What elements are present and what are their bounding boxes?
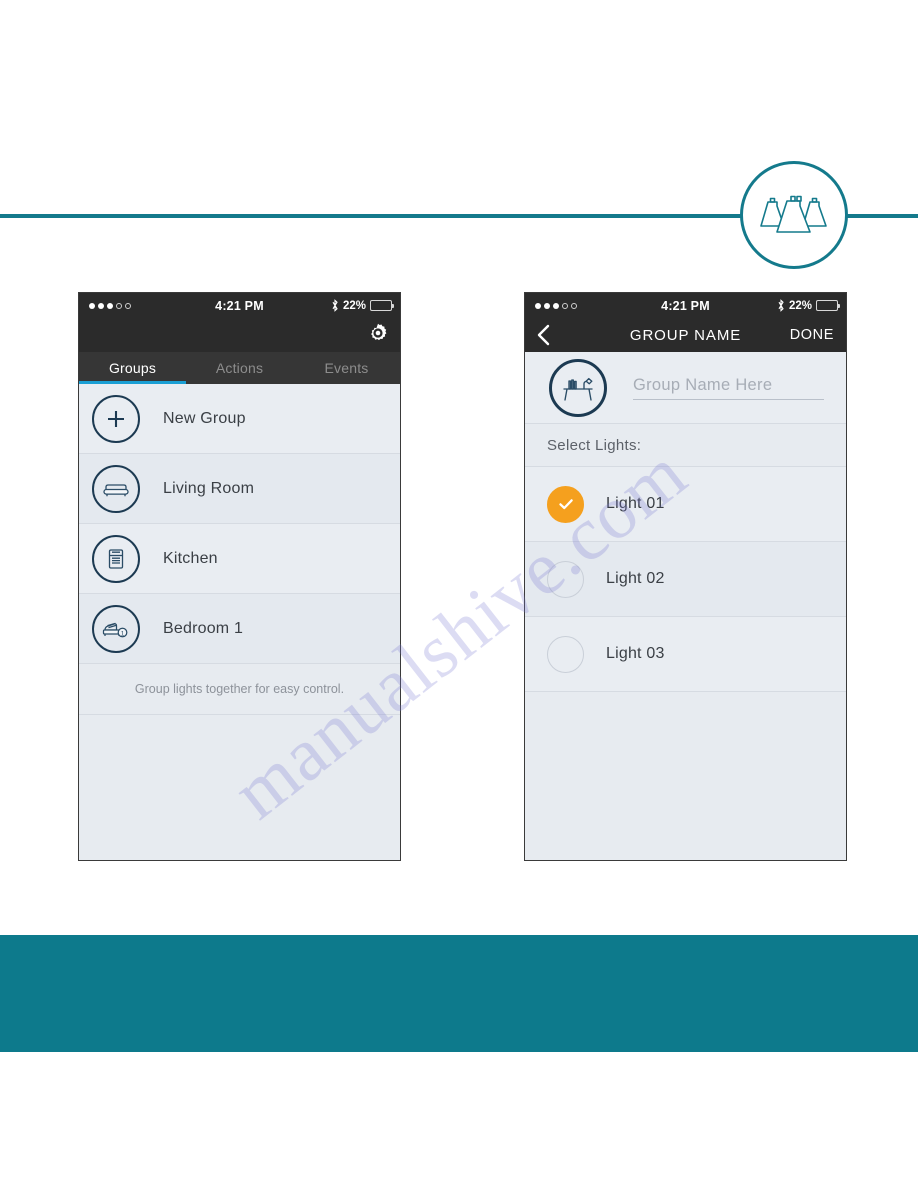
status-bar: 4:21 PM 22%	[79, 293, 400, 318]
list-item-bedroom-1[interactable]: 1 Bedroom 1	[79, 594, 400, 664]
tab-bar: Groups Actions Events	[79, 352, 400, 384]
group-name-input[interactable]: Group Name Here	[633, 376, 824, 400]
list-item-new-group[interactable]: New Group	[79, 384, 400, 454]
tab-actions[interactable]: Actions	[186, 352, 293, 384]
bluetooth-icon	[331, 299, 339, 312]
svg-text:1: 1	[121, 630, 125, 637]
list-item-living-room[interactable]: Living Room	[79, 454, 400, 524]
list-item-kitchen[interactable]: Kitchen	[79, 524, 400, 594]
status-bar-right: 22%	[331, 299, 394, 312]
phone-screenshot-groups-list: 4:21 PM 22% Groups Actions Events New Gr…	[78, 292, 401, 861]
list-item-label: Light 01	[606, 495, 665, 512]
top-navbar	[79, 318, 400, 352]
group-name-row: Group Name Here	[525, 352, 846, 424]
active-tab-indicator	[79, 381, 186, 384]
list-item-label: Living Room	[163, 479, 255, 497]
list-item-label: New Group	[163, 409, 246, 427]
gear-icon[interactable]	[366, 321, 390, 345]
plus-icon	[92, 394, 140, 443]
checkbox-unchecked-icon[interactable]	[547, 560, 584, 598]
empty-list-area	[525, 692, 846, 860]
done-button[interactable]: DONE	[790, 327, 834, 343]
list-item-label: Kitchen	[163, 549, 218, 567]
battery-icon	[816, 300, 840, 311]
checkbox-unchecked-icon[interactable]	[547, 635, 584, 673]
bed-1-icon: 1	[92, 604, 140, 653]
status-bar-right: 22%	[777, 299, 840, 312]
tab-events[interactable]: Events	[293, 352, 400, 384]
brand-logo-badge	[740, 161, 848, 269]
battery-percent-label: 22%	[342, 299, 366, 312]
lights-list: Light 01 Light 02 Light 03	[525, 467, 846, 692]
sofa-icon	[92, 464, 140, 513]
groups-list: New Group Living Room Kitchen 1 Bedroom …	[79, 384, 400, 715]
desk-lamp-icon[interactable]	[549, 358, 607, 417]
fridge-icon	[92, 534, 140, 583]
tab-groups[interactable]: Groups	[79, 352, 186, 384]
list-item-light-02[interactable]: Light 02	[525, 542, 846, 617]
checkbox-checked-icon[interactable]	[547, 485, 584, 523]
select-lights-label: Select Lights:	[525, 424, 846, 467]
list-item-label: Light 03	[606, 645, 665, 662]
top-navbar: GROUP NAME DONE	[525, 318, 846, 352]
list-item-light-01[interactable]: Light 01	[525, 467, 846, 542]
empty-list-area	[79, 715, 400, 860]
battery-icon	[370, 300, 394, 311]
list-item-light-03[interactable]: Light 03	[525, 617, 846, 692]
three-lampshades-icon	[758, 189, 830, 241]
bluetooth-icon	[777, 299, 785, 312]
phone-screenshot-group-editor: 4:21 PM 22% GROUP NAME DONE Group Name H…	[524, 292, 847, 861]
battery-percent-label: 22%	[788, 299, 812, 312]
groups-hint-text: Group lights together for easy control.	[79, 664, 400, 715]
list-item-label: Light 02	[606, 570, 665, 587]
footer-color-band	[0, 935, 918, 1052]
list-item-label: Bedroom 1	[163, 619, 244, 637]
status-bar: 4:21 PM 22%	[525, 293, 846, 318]
